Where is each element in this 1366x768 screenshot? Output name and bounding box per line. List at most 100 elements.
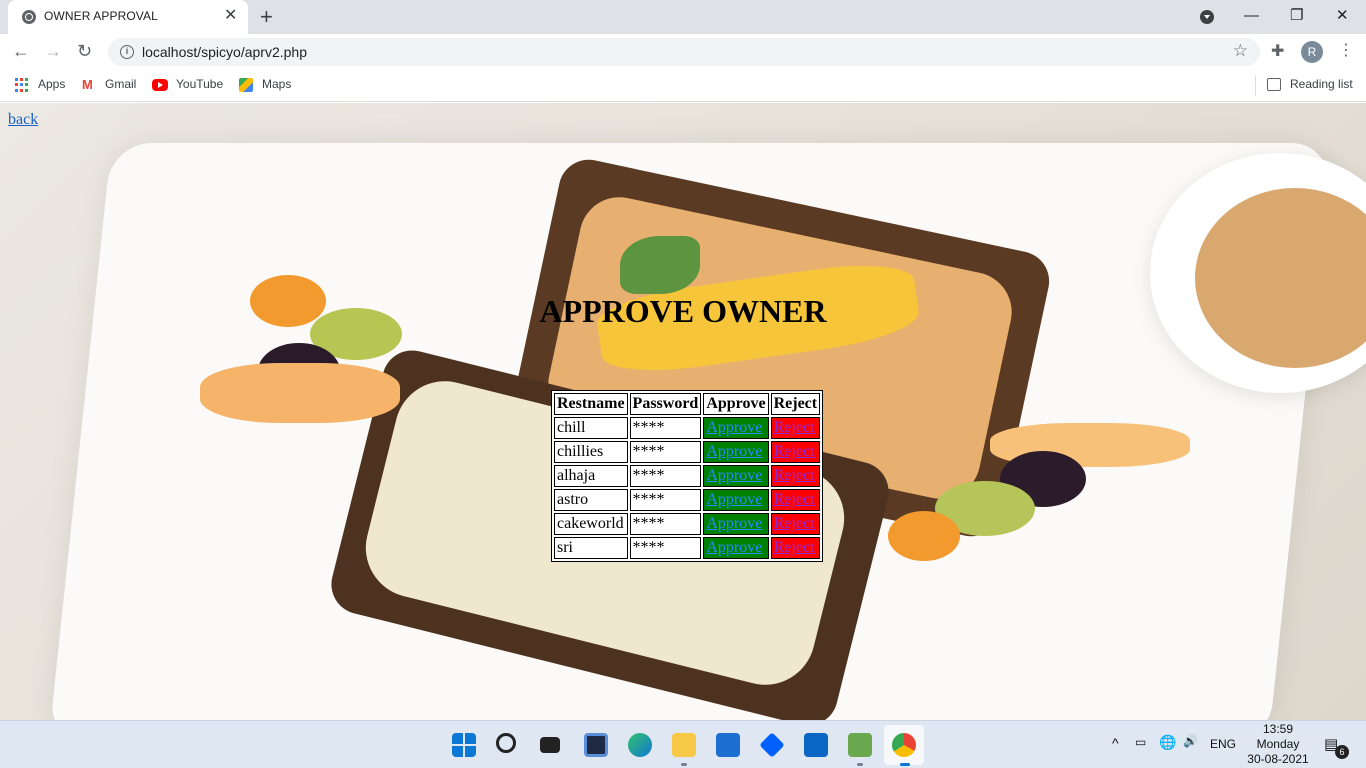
tab-owner-approval[interactable]: OWNER APPROVAL ✕	[8, 0, 248, 34]
task-view-icon[interactable]	[540, 737, 560, 753]
info-icon[interactable]: i	[120, 45, 134, 59]
bookmark-gmail[interactable]: Gmail	[105, 77, 136, 91]
volume-icon[interactable]: 🔊	[1183, 734, 1198, 748]
forward-arrow-icon[interactable]: →	[44, 40, 62, 62]
app-icon[interactable]	[804, 733, 828, 757]
apps-grid-icon	[15, 78, 29, 92]
bookmark-star-icon[interactable]: ☆	[1233, 41, 1248, 61]
restname-cell: alhaja	[554, 465, 628, 487]
approve-cell: Approve	[703, 417, 769, 439]
close-window-button[interactable]: ✕	[1336, 6, 1349, 26]
approve-cell: Approve	[703, 489, 769, 511]
clock-day[interactable]: Monday	[1248, 737, 1308, 751]
clock-date[interactable]: 30-08-2021	[1243, 752, 1313, 766]
reading-list-button[interactable]: Reading list	[1290, 77, 1353, 91]
table-header-row: Restname Password Approve Reject	[554, 393, 821, 415]
approve-link[interactable]: Approve	[706, 515, 762, 532]
restname-cell: cakeworld	[554, 513, 628, 535]
owner-approval-table: Restname Password Approve Reject chill *…	[551, 390, 824, 562]
close-tab-icon[interactable]: ✕	[224, 7, 237, 25]
battery-icon[interactable]: ▭	[1135, 735, 1146, 749]
profile-avatar[interactable]: R	[1301, 41, 1323, 63]
bookmark-maps[interactable]: Maps	[262, 77, 291, 91]
file-explorer-icon[interactable]	[672, 733, 696, 757]
edge-icon[interactable]	[628, 733, 652, 757]
mail-icon[interactable]	[716, 733, 740, 757]
divider	[1255, 76, 1256, 96]
back-link[interactable]: back	[8, 111, 38, 129]
extensions-puzzle-icon[interactable]: ✚	[1271, 41, 1284, 61]
chart-app-icon[interactable]	[848, 733, 872, 757]
globe-icon	[22, 10, 36, 24]
approve-cell: Approve	[703, 441, 769, 463]
table-row: sri **** Approve Reject	[554, 537, 821, 559]
column-header-password: Password	[629, 393, 702, 415]
clock-time[interactable]: 13:59	[1256, 722, 1300, 736]
page-title: APPROVE OWNER	[539, 293, 827, 329]
background-fruit-image	[200, 363, 400, 423]
dropbox-icon[interactable]	[759, 732, 785, 758]
reject-link[interactable]: Reject	[774, 467, 815, 484]
approve-cell: Approve	[703, 465, 769, 487]
bookmark-apps[interactable]: Apps	[38, 77, 65, 91]
reject-cell: Reject	[770, 489, 821, 511]
back-arrow-icon[interactable]: ←	[12, 40, 30, 62]
password-cell: ****	[629, 465, 702, 487]
reject-cell: Reject	[770, 441, 821, 463]
password-cell: ****	[629, 513, 702, 535]
restore-button[interactable]: ❐	[1290, 6, 1303, 26]
url-text: localhost/spicyo/aprv2.php	[142, 44, 307, 60]
bookmarks-bar: Apps M Gmail YouTube Maps Reading list	[0, 70, 1366, 102]
approve-link[interactable]: Approve	[706, 419, 762, 436]
chevron-up-icon[interactable]: ^	[1112, 735, 1119, 751]
tab-search-icon[interactable]	[1200, 10, 1214, 24]
reject-link[interactable]: Reject	[774, 515, 815, 532]
reject-link[interactable]: Reject	[774, 419, 815, 436]
restname-cell: astro	[554, 489, 628, 511]
browser-toolbar: ← → ↻ i localhost/spicyo/aprv2.php ☆	[0, 34, 1366, 70]
page-viewport: back APPROVE OWNER Restname Password App…	[0, 103, 1366, 720]
chrome-icon[interactable]	[892, 733, 916, 757]
new-tab-button[interactable]: +	[260, 4, 273, 30]
running-indicator	[857, 763, 863, 766]
approve-link[interactable]: Approve	[706, 539, 762, 556]
approve-link[interactable]: Approve	[706, 443, 762, 460]
network-icon[interactable]: 🌐	[1159, 734, 1176, 751]
search-icon[interactable]	[496, 733, 516, 753]
taskbar: ^ ▭ 🌐 🔊 ENG 13:59 Monday 30-08-2021 ▤ 6	[0, 720, 1366, 768]
windows-start-icon[interactable]	[452, 733, 476, 757]
table-row: chill **** Approve Reject	[554, 417, 821, 439]
reject-cell: Reject	[770, 417, 821, 439]
approve-cell: Approve	[703, 537, 769, 559]
address-bar[interactable]: i localhost/spicyo/aprv2.php ☆	[108, 38, 1260, 66]
password-cell: ****	[629, 537, 702, 559]
reject-cell: Reject	[770, 513, 821, 535]
password-cell: ****	[629, 417, 702, 439]
minimize-button[interactable]: —	[1244, 6, 1259, 26]
table-row: astro **** Approve Reject	[554, 489, 821, 511]
restname-cell: chillies	[554, 441, 628, 463]
bookmark-youtube[interactable]: YouTube	[176, 77, 223, 91]
table-row: chillies **** Approve Reject	[554, 441, 821, 463]
reject-link[interactable]: Reject	[774, 539, 815, 556]
reject-cell: Reject	[770, 465, 821, 487]
running-indicator	[681, 763, 687, 766]
reject-link[interactable]: Reject	[774, 443, 815, 460]
column-header-restname: Restname	[554, 393, 628, 415]
reject-link[interactable]: Reject	[774, 491, 815, 508]
column-header-reject: Reject	[770, 393, 821, 415]
menu-kebab-icon[interactable]: ⋮	[1338, 40, 1354, 62]
reload-icon[interactable]: ↻	[77, 40, 92, 62]
restname-cell: chill	[554, 417, 628, 439]
restname-cell: sri	[554, 537, 628, 559]
table-row: cakeworld **** Approve Reject	[554, 513, 821, 535]
password-cell: ****	[629, 441, 702, 463]
reject-cell: Reject	[770, 537, 821, 559]
approve-link[interactable]: Approve	[706, 467, 762, 484]
gmail-icon: M	[82, 77, 93, 92]
language-indicator[interactable]: ENG	[1210, 737, 1236, 751]
notification-count-badge: 6	[1335, 745, 1349, 759]
widgets-icon[interactable]	[584, 733, 608, 757]
approve-link[interactable]: Approve	[706, 491, 762, 508]
password-cell: ****	[629, 489, 702, 511]
